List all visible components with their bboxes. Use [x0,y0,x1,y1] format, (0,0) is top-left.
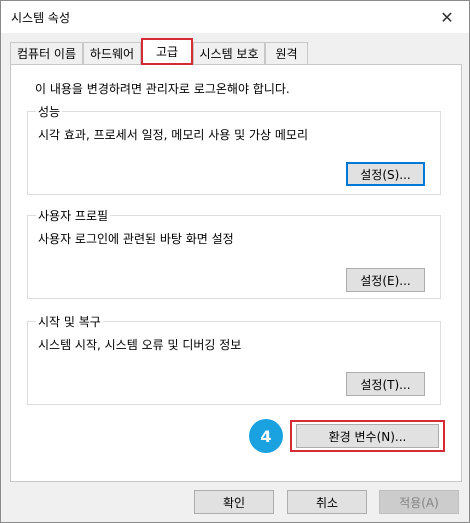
title-bar: 시스템 속성 ✕ [1,1,469,33]
user-profiles-description: 사용자 로그인에 관련된 바탕 화면 설정 [38,232,234,246]
tab-system-protection[interactable]: 시스템 보호 [193,42,265,64]
admin-note: 이 내용을 변경하려면 관리자로 로그온해야 합니다. [35,82,290,96]
startup-recovery-title: 시작 및 복구 [36,313,103,330]
startup-recovery-settings-button[interactable]: 설정(T)... [346,372,425,396]
step-number-badge: 4 [249,419,283,453]
tab-advanced[interactable]: 고급 [141,38,193,65]
performance-settings-button[interactable]: 설정(S)... [346,162,425,186]
performance-description: 시각 효과, 프로세서 일정, 메모리 사용 및 가상 메모리 [38,128,308,142]
env-vars-highlight-box [290,420,445,452]
tab-hardware[interactable]: 하드웨어 [83,42,141,64]
tab-computer-name[interactable]: 컴퓨터 이름 [10,42,83,64]
apply-button[interactable]: 적용(A) [379,490,459,514]
startup-recovery-description: 시스템 시작, 시스템 오류 및 디버깅 정보 [38,338,242,352]
performance-title: 성능 [36,103,63,120]
system-properties-window: 시스템 속성 ✕ 컴퓨터 이름 하드웨어 고급 시스템 보호 원격 이 내용을 … [0,0,470,523]
user-profiles-settings-button[interactable]: 설정(E)... [346,268,425,292]
close-icon[interactable]: ✕ [425,1,469,33]
window-title: 시스템 속성 [11,11,71,25]
ok-button[interactable]: 확인 [194,490,274,514]
user-profiles-title: 사용자 프로필 [36,207,111,224]
tab-remote[interactable]: 원격 [265,42,308,64]
cancel-button[interactable]: 취소 [287,490,367,514]
